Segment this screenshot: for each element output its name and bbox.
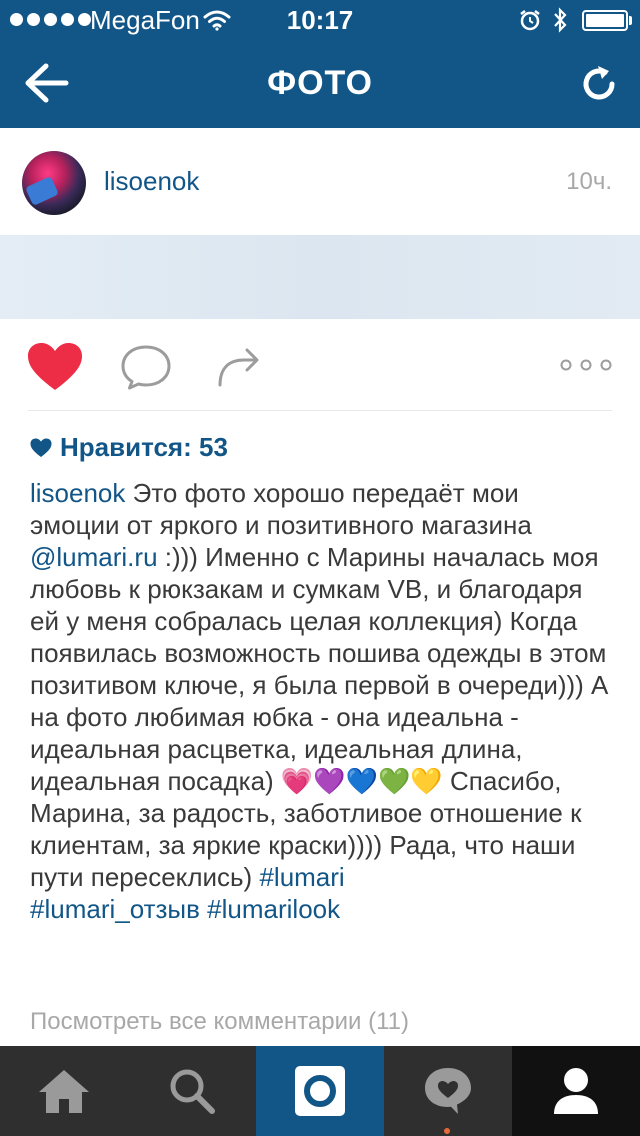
caption-mention[interactable]: @lumari.ru (30, 542, 158, 572)
hashtag-lumari[interactable]: #lumari (259, 862, 344, 892)
bluetooth-icon (554, 7, 567, 33)
share-icon[interactable] (216, 344, 262, 388)
divider (28, 410, 612, 411)
battery-tip (629, 16, 632, 25)
action-row (0, 320, 640, 410)
tab-activity[interactable] (384, 1046, 512, 1136)
tab-camera[interactable] (256, 1046, 384, 1136)
small-heart-icon (30, 438, 52, 457)
tab-home[interactable] (0, 1046, 128, 1136)
post-caption: lisoenok Это фото хорошо передаёт мои эм… (30, 477, 615, 925)
comment-icon[interactable] (120, 344, 172, 390)
activity-icon (425, 1068, 471, 1114)
top-bar: MegaFon 10:17 ФОТО (0, 0, 640, 128)
heart-icon[interactable] (27, 342, 83, 392)
tab-profile[interactable] (512, 1046, 640, 1136)
screen: MegaFon 10:17 ФОТО lisoenok 10ч. Нравитс… (0, 0, 640, 1136)
refresh-icon[interactable] (578, 62, 620, 106)
post-time: 10ч. (566, 168, 612, 195)
profile-icon (554, 1068, 598, 1114)
caption-username[interactable]: lisoenok (30, 478, 125, 508)
hashtag-lumarilook[interactable]: #lumarilook (207, 894, 340, 924)
likes-count[interactable]: Нравится: 53 (30, 432, 228, 463)
caption-text-2: :))) Именно с Марины началась моя любовь… (30, 542, 609, 796)
likes-label: Нравится: 53 (60, 432, 228, 462)
more-options-icon[interactable] (560, 358, 612, 372)
alarm-icon (520, 10, 540, 31)
hashtag-lumari-review[interactable]: #lumari_отзыв (30, 894, 200, 924)
home-icon (39, 1070, 89, 1113)
post-header: lisoenok 10ч. (0, 128, 640, 234)
tab-search[interactable] (128, 1046, 256, 1136)
post-photo[interactable] (0, 235, 640, 319)
caption-emoji: 💗💜💙💚💛 (280, 766, 443, 796)
view-all-comments-link[interactable]: Посмотреть все комментарии (11) (30, 1008, 409, 1036)
tab-bar (0, 1046, 640, 1136)
status-bar: MegaFon 10:17 (0, 0, 640, 40)
avatar[interactable] (22, 151, 86, 215)
battery-icon (582, 10, 628, 31)
post-username[interactable]: lisoenok (104, 166, 199, 197)
activity-badge (444, 1128, 450, 1134)
camera-icon (295, 1066, 345, 1116)
search-icon (170, 1069, 215, 1114)
page-title: ФОТО (267, 64, 373, 102)
clock-label: 10:17 (286, 5, 354, 35)
